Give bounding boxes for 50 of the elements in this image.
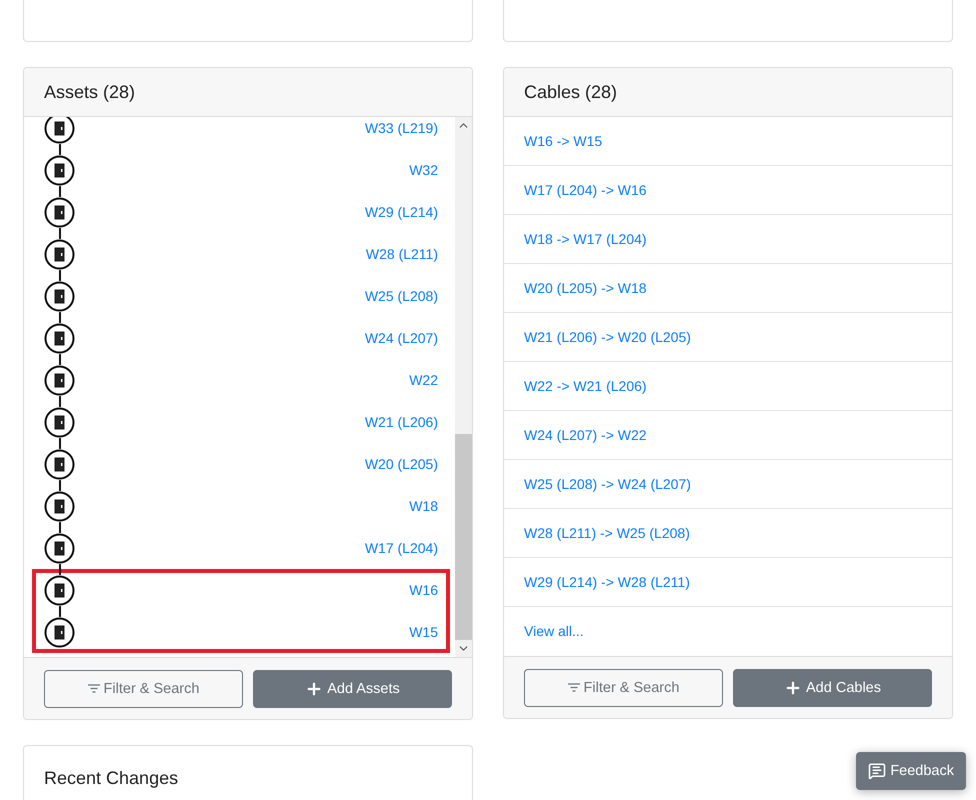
filter-icon	[568, 683, 580, 692]
cable-link[interactable]: W21 (L206) -> W20 (L205)	[504, 313, 952, 362]
asset-link[interactable]: W22	[409, 372, 438, 388]
filter-search-button[interactable]: Filter & Search	[524, 668, 723, 706]
door-icon	[44, 616, 75, 648]
plus-icon	[784, 678, 802, 696]
filter-search-button[interactable]: Filter & Search	[44, 670, 243, 708]
door-icon	[44, 448, 75, 480]
asset-link[interactable]: W32	[409, 162, 438, 178]
asset-link[interactable]: W16	[409, 582, 438, 598]
cable-link[interactable]: W16 -> W15	[504, 117, 952, 166]
cable-link[interactable]: W24 (L207) -> W22	[504, 411, 952, 460]
door-icon	[44, 532, 75, 564]
cable-link[interactable]: W20 (L205) -> W18	[504, 264, 952, 313]
card-title: Cables (28)	[524, 82, 618, 102]
asset-link[interactable]: W29 (L214)	[364, 204, 438, 220]
cable-link[interactable]: W28 (L211) -> W25 (L208)	[504, 509, 952, 558]
door-icon	[44, 322, 75, 354]
asset-link[interactable]: W15	[409, 624, 438, 640]
feedback-button[interactable]: Feedback	[856, 752, 966, 790]
door-icon	[44, 364, 75, 396]
asset-link[interactable]: W21 (L206)	[364, 414, 438, 430]
cable-link[interactable]: W18 -> W17 (L204)	[504, 215, 952, 264]
asset-link[interactable]: W28 (L211)	[366, 246, 438, 262]
asset-link[interactable]: W33 (L219)	[364, 120, 438, 136]
add-assets-button[interactable]: Add Assets	[253, 670, 452, 708]
filter-icon	[88, 684, 100, 693]
asset-link[interactable]: W25 (L208)	[364, 288, 438, 304]
door-icon	[44, 574, 75, 606]
door-icon	[44, 196, 75, 228]
card-title: Assets (28)	[44, 82, 136, 102]
cable-link[interactable]: W22 -> W21 (L206)	[504, 362, 952, 411]
add-cables-button[interactable]: Add Cables	[733, 668, 932, 706]
view-all-link[interactable]: View all...	[504, 607, 952, 655]
asset-link[interactable]: W18	[409, 498, 438, 514]
card-title: Recent Changes	[44, 768, 178, 788]
door-icon	[44, 154, 75, 186]
cable-link[interactable]: W17 (L204) -> W16	[504, 166, 952, 215]
cable-link[interactable]: W29 (L214) -> W28 (L211)	[504, 558, 952, 607]
asset-link[interactable]: W17 (L204)	[364, 540, 438, 556]
door-icon	[44, 280, 75, 312]
door-icon	[44, 490, 75, 522]
asset-link[interactable]: W20 (L205)	[364, 456, 438, 472]
door-icon	[44, 406, 75, 438]
cable-link[interactable]: W25 (L208) -> W24 (L207)	[504, 460, 952, 509]
door-icon	[44, 238, 75, 270]
scrollbar[interactable]	[455, 117, 472, 657]
plus-icon	[305, 680, 324, 698]
asset-link[interactable]: W24 (L207)	[364, 330, 438, 346]
message-icon	[868, 762, 886, 780]
